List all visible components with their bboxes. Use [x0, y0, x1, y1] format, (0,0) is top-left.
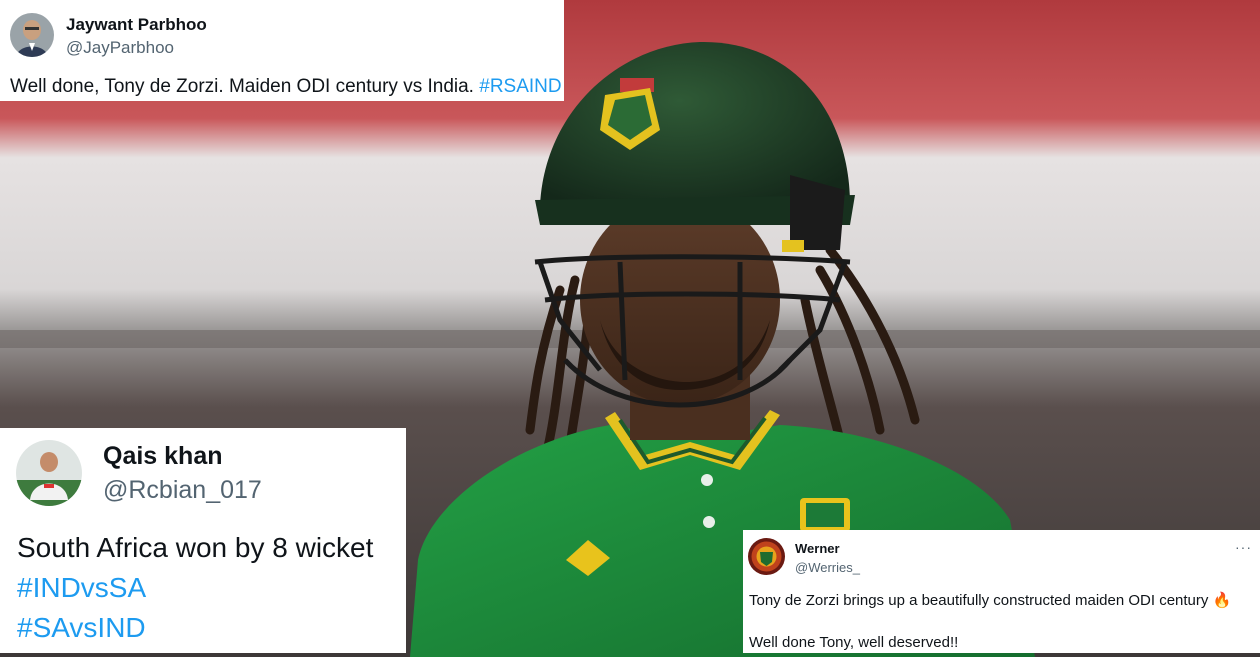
tweet-text: Well done, Tony de Zorzi. Maiden ODI cen…	[10, 76, 562, 98]
hashtag-link[interactable]: #INDvsSA	[17, 572, 146, 604]
tweet-card-werner[interactable]: Werner @Werries_ ··· Tony de Zorzi bring…	[743, 530, 1260, 653]
tweet-author-handle[interactable]: @Werries_	[795, 560, 860, 575]
tweet-author-name[interactable]: Werner	[795, 541, 840, 556]
tweet-author-handle[interactable]: @JayParbhoo	[66, 38, 174, 58]
tweet-author-handle[interactable]: @Rcbian_017	[103, 476, 262, 505]
tweet-text-main: Well done, Tony de Zorzi. Maiden ODI cen…	[10, 76, 474, 97]
hashtag-link[interactable]: #RSAIND	[479, 76, 561, 97]
tweet-text-main: Tony de Zorzi brings up a beautifully co…	[749, 592, 1209, 609]
tweet-text: Tony de Zorzi brings up a beautifully co…	[749, 591, 1231, 609]
tweet-author-name[interactable]: Jaywant Parbhoo	[66, 15, 207, 35]
fire-emoji-icon: 🔥	[1212, 592, 1232, 609]
avatar[interactable]	[10, 13, 54, 57]
tweet-text: Well done Tony, well deserved!!	[749, 634, 959, 651]
tweet-card-qais[interactable]: Qais khan @Rcbian_017 South Africa won b…	[0, 428, 406, 653]
tweet-card-jaywant[interactable]: Jaywant Parbhoo @JayParbhoo Well done, T…	[0, 0, 564, 101]
avatar[interactable]	[748, 538, 785, 575]
more-options-icon[interactable]: ···	[1235, 539, 1252, 555]
tweet-author-name[interactable]: Qais khan	[103, 442, 223, 471]
tweet-text: South Africa won by 8 wicket	[17, 532, 374, 563]
avatar[interactable]	[16, 440, 82, 506]
hashtag-link[interactable]: #SAvsIND	[17, 612, 146, 644]
